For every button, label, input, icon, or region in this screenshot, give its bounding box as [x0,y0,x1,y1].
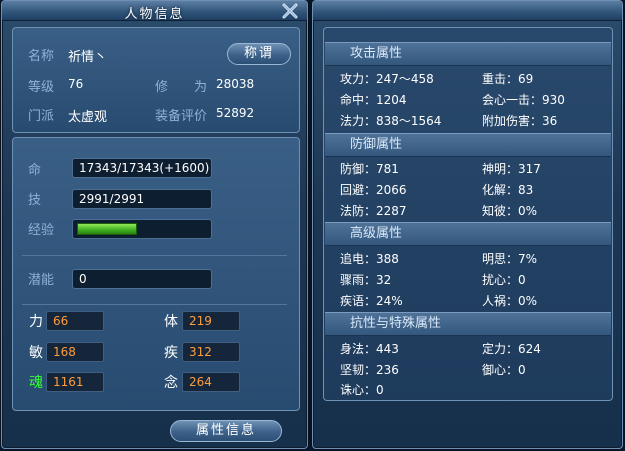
section-defense-header: 防御属性 [325,133,611,157]
attr-soul-label: 魂 [29,375,43,391]
sect-value: 太虚观 [68,110,108,125]
magic-stat: 法力：838～1564 [340,114,442,128]
skill-label: 技 [28,193,42,208]
attr-speed-label: 疾 [164,345,178,361]
attr-mind-label: 念 [164,375,178,391]
attribute-details-window: 攻击属性 攻力：247～458 重击：69 命中：1204 会心一击：930 法… [312,0,623,449]
section-attack-header: 攻击属性 [325,42,611,66]
critical-stat: 会心一击：930 [482,93,565,107]
attr-soul-value: 1161 [46,372,104,392]
mind-guard-stat: 御心：0 [482,363,526,377]
heavy-hit-stat: 重击：69 [482,72,534,86]
cultivation-label: 修 为 [155,80,208,95]
name-value: 祈情丶 [68,50,108,65]
defense-stat: 防御：781 [340,162,399,176]
disturb-mind-stat: 扰心：0 [482,273,526,287]
hp-label: 命 [28,163,42,178]
level-label: 等级 [28,80,55,95]
potential-label: 潜能 [28,273,55,288]
attributes-divider [22,304,287,305]
exp-bar [72,219,212,239]
section-resistance-header: 抗性与特殊属性 [325,312,611,336]
title-button[interactable]: 称谓 [227,43,291,65]
attribute-details-titlebar[interactable] [313,1,622,21]
close-icon [282,3,298,19]
human-disaster-stat: 人祸：0% [482,294,538,308]
composure-stat: 定力：624 [482,342,541,356]
gear-score-value: 52892 [216,106,255,120]
attr-speed-value: 312 [182,342,240,362]
tenacity-stat: 坚韧：236 [340,363,399,377]
sect-label: 门派 [28,109,55,124]
agility-stat: 身法：443 [340,342,399,356]
attribute-details-panel: 攻击属性 攻力：247～458 重击：69 命中：1204 会心一击：930 法… [323,27,613,401]
gear-score-label: 装备评价 [155,109,208,124]
potential-value: 0 [79,272,87,286]
divinity-stat: 神明：317 [482,162,541,176]
section-advanced-header: 高级属性 [325,222,611,246]
insight-stat: 知彼：0% [482,204,538,218]
attr-strength-value: 66 [46,311,104,331]
attr-strength-label: 力 [29,314,43,330]
hp-bar: 17343/17343(+1600) [72,158,212,178]
magic-defense-stat: 法防：2287 [340,204,407,218]
potential-bar: 0 [72,269,212,289]
accuracy-stat: 命中：1204 [340,93,407,107]
exp-label: 经验 [28,223,55,238]
exp-bar-fill [77,223,137,235]
window-title: 人物信息 [124,7,185,22]
cultivation-value: 28038 [216,77,255,91]
close-button[interactable] [281,2,299,20]
sudden-rain-stat: 骤雨：32 [340,273,392,287]
extra-damage-stat: 附加伤害：36 [482,114,558,128]
chase-lightning-stat: 追电：388 [340,252,399,266]
level-value: 76 [68,77,84,91]
attribute-info-button[interactable]: 属性信息 [170,420,282,442]
attack-stat: 攻力：247～458 [340,72,434,86]
attr-constitution-label: 体 [164,314,178,330]
character-info-titlebar[interactable]: 人物信息 [2,1,307,22]
attr-agility-value: 168 [46,342,104,362]
stats-divider [22,255,287,256]
name-label: 名称 [28,49,55,64]
attr-agility-label: 敏 [29,345,43,361]
swift-words-stat: 疾语：24% [340,294,403,308]
evasion-stat: 回避：2066 [340,183,407,197]
heart-pierce-stat: 诛心：0 [340,383,384,397]
hp-value: 17343/17343(+1600) [79,161,210,175]
character-info-window: 人物信息 名称 祈情丶 称谓 等级 76 修 为 28038 门派 太虚观 装备… [1,0,308,449]
skill-value: 2991/2991 [79,192,145,206]
attr-constitution-value: 219 [182,311,240,331]
clear-thought-stat: 明思：7% [482,252,538,266]
attr-mind-value: 264 [182,372,240,392]
dissolve-stat: 化解：83 [482,183,534,197]
skill-bar: 2991/2991 [72,189,212,209]
